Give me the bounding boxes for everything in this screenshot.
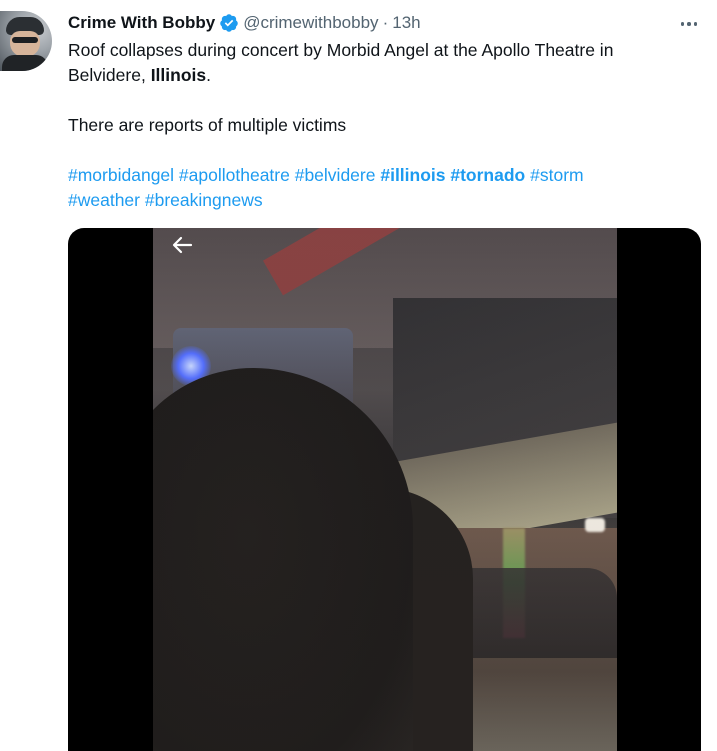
hashtag-link[interactable]: #apollotheatre <box>179 165 290 185</box>
tweet-video[interactable] <box>68 228 701 751</box>
back-arrow-icon[interactable] <box>171 234 193 256</box>
more-options-icon[interactable] <box>672 14 706 34</box>
more-dot <box>687 22 691 26</box>
hashtag-link[interactable]: #storm <box>530 165 583 185</box>
tweet[interactable]: Crime With Bobby @crimewithbobby · 13h R… <box>0 0 717 751</box>
video-haze <box>153 228 617 751</box>
avatar-face <box>10 31 40 57</box>
tweet-text-line: There are reports of multiple victims <box>68 115 347 135</box>
avatar[interactable] <box>0 11 52 71</box>
tweet-text: Belvidere, <box>68 65 151 85</box>
verified-badge-icon <box>219 13 239 33</box>
author-name[interactable]: Crime With Bobby <box>68 12 215 34</box>
tweet-header: Crime With Bobby @crimewithbobby · 13h <box>68 12 421 34</box>
tweet-timestamp[interactable]: 13h <box>392 12 420 34</box>
hashtag-link[interactable]: #illinois <box>380 165 445 185</box>
hashtag-row: #weather #breakingnews <box>68 188 263 213</box>
tweet-text-bold: Illinois <box>150 65 207 85</box>
hashtag-link[interactable]: #breakingnews <box>145 190 263 210</box>
avatar-glasses <box>12 37 38 43</box>
more-dot <box>693 22 698 26</box>
separator-dot: · <box>382 13 389 32</box>
hashtag-link[interactable]: #tornado <box>450 165 525 185</box>
hashtag-link[interactable]: #belvidere <box>295 165 376 185</box>
tweet-text-line: Roof collapses during concert by Morbid … <box>68 40 614 60</box>
more-dot <box>680 22 685 26</box>
author-handle[interactable]: @crimewithbobby <box>243 12 378 34</box>
tweet-text-line: Belvidere, Illinois. <box>68 63 211 88</box>
avatar-body <box>2 55 48 71</box>
hashtag-row: #morbidangel #apollotheatre #belvidere #… <box>68 163 584 188</box>
hashtag-link[interactable]: #morbidangel <box>68 165 174 185</box>
video-frame <box>153 228 617 751</box>
tweet-text: . <box>206 65 211 85</box>
hashtag-link[interactable]: #weather <box>68 190 140 210</box>
